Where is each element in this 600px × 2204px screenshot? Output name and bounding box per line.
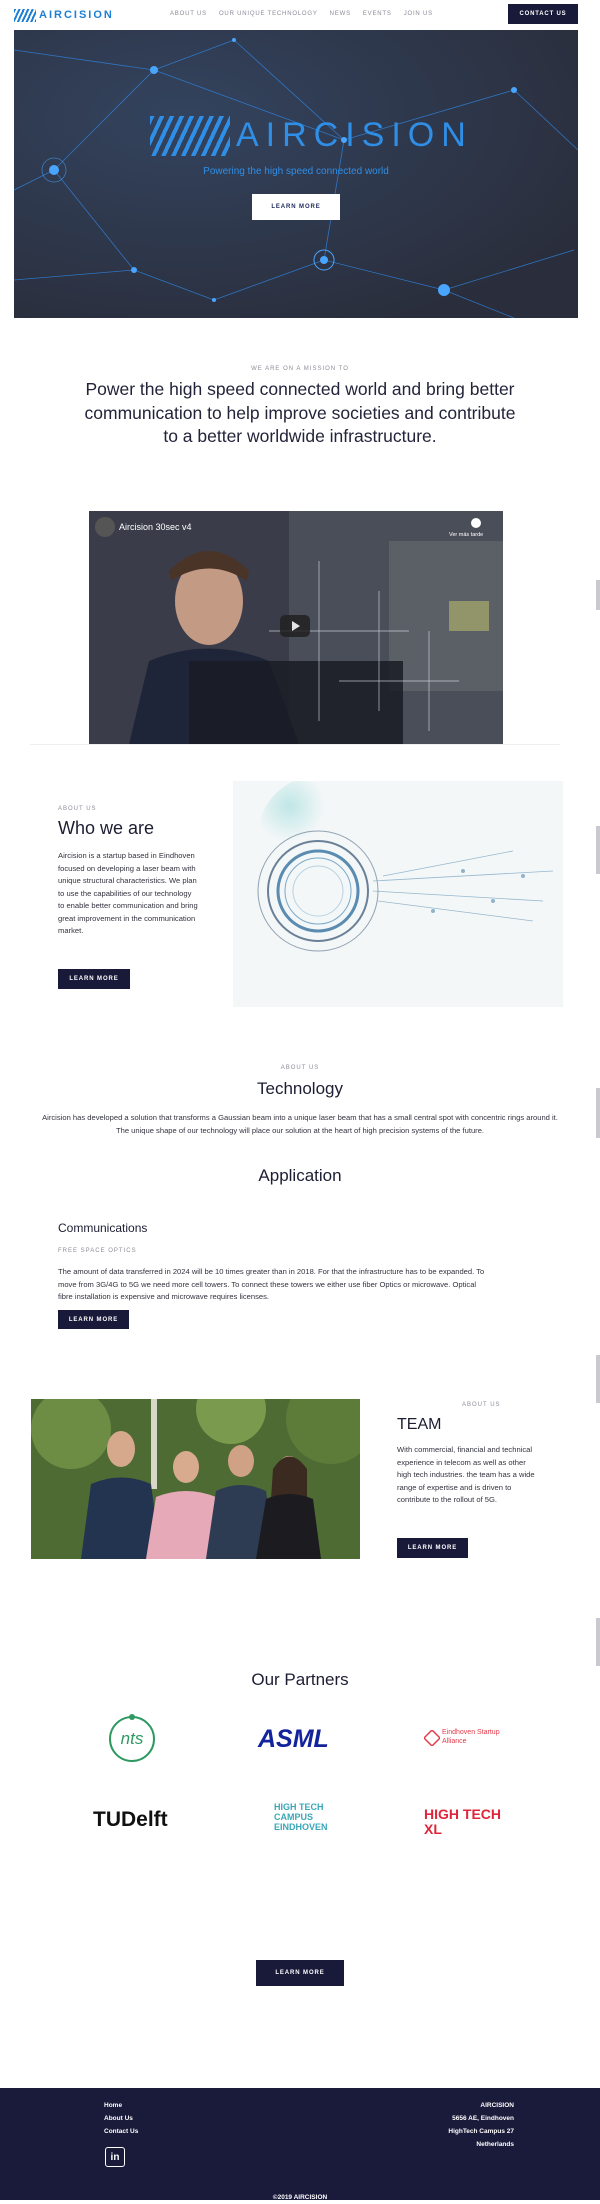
technology-body: Aircision has developed a solution that … <box>42 1113 558 1135</box>
footer-link-home[interactable]: Home <box>104 2102 138 2109</box>
tech-circle-graphic <box>233 781 563 1007</box>
nav-link-technology[interactable]: OUR UNIQUE TECHNOLOGY <box>219 11 318 17</box>
about-learn-more-button[interactable]: LEARN MORE <box>58 969 130 989</box>
nav-link-join-us[interactable]: JOIN US <box>404 11 433 17</box>
hero-logo-stripes-icon <box>150 116 230 156</box>
footer-link-about-us[interactable]: About Us <box>104 2115 138 2122</box>
communications-title: Communications <box>58 1221 148 1235</box>
footer-address: AIRCISION 5656 AE, Eindhoven HighTech Ca… <box>448 2102 514 2148</box>
about-eyebrow: ABOUT US <box>58 806 97 812</box>
hero-banner: AIRCISION Powering the high speed connec… <box>14 30 578 318</box>
nav-link-about-us[interactable]: ABOUT US <box>170 11 207 17</box>
asml-logo[interactable]: ASML <box>258 1725 344 1753</box>
nav-link-events[interactable]: EVENTS <box>363 11 392 17</box>
video-title[interactable]: Aircision 30sec v4 <box>119 522 192 532</box>
hero-title: AIRCISION <box>236 116 473 154</box>
clock-icon[interactable] <box>471 518 481 528</box>
play-button[interactable] <box>280 615 310 637</box>
footer-copyright: ©2019 AIRCISION <box>0 2186 600 2204</box>
logo-text: AIRCISION <box>39 9 114 21</box>
team-body: With commercial, financial and technical… <box>397 1445 535 1504</box>
bottom-learn-more-button[interactable]: LEARN MORE <box>256 1960 344 1986</box>
logo-stripes-icon <box>14 8 36 22</box>
site-logo[interactable]: AIRCISION <box>14 8 114 22</box>
about-technology-image <box>233 781 563 1007</box>
team-photo-graphic <box>31 1399 360 1559</box>
application-title: Application <box>258 1166 342 1185</box>
high-tech-xl-logo[interactable]: HIGH TECH XL <box>424 1807 514 1837</box>
team-eyebrow: ABOUT US <box>462 1402 501 1408</box>
scroll-marker <box>596 826 600 874</box>
footer-address-line-3: Netherlands <box>476 2141 514 2148</box>
nav-link-news[interactable]: NEWS <box>330 11 351 17</box>
footer-address-line-1: 5656 AE, Eindhoven <box>452 2115 514 2122</box>
section-divider <box>30 744 560 745</box>
hero-subtitle: Powering the high speed connected world <box>203 166 389 177</box>
nav-links: ABOUT US OUR UNIQUE TECHNOLOGY NEWS EVEN… <box>170 11 433 17</box>
about-title: Who we are <box>58 818 155 838</box>
nts-logo-text: nts <box>120 1729 144 1748</box>
about-body: Aircision is a startup based in Eindhove… <box>58 851 198 935</box>
mission-statement: Power the high speed connected world and… <box>84 379 516 446</box>
free-space-optics-eyebrow: FREE SPACE OPTICS <box>58 1248 137 1254</box>
application-learn-more-button[interactable]: LEARN MORE <box>58 1310 129 1329</box>
partners-title: Our Partners <box>251 1670 349 1689</box>
scroll-marker <box>596 1088 600 1138</box>
technology-eyebrow: ABOUT US <box>280 1065 320 1071</box>
play-icon <box>292 621 300 631</box>
top-nav: AIRCISION ABOUT US OUR UNIQUE TECHNOLOGY… <box>0 0 600 30</box>
scroll-marker <box>596 1355 600 1403</box>
footer-address-line-2: HighTech Campus 27 <box>448 2128 514 2135</box>
video-player[interactable]: Aircision 30sec v4 Ver más tarde <box>89 511 503 744</box>
mission-eyebrow: WE ARE ON A MISSION TO <box>251 366 349 372</box>
high-tech-campus-logo[interactable]: HIGH TECH CAMPUS EINDHOVEN <box>274 1802 332 1832</box>
esa-logo-text: Eindhoven Startup Alliance <box>442 1729 500 1745</box>
watch-later-label[interactable]: Ver más tarde <box>449 532 483 538</box>
linkedin-icon[interactable]: in <box>105 2147 125 2167</box>
scroll-marker <box>596 580 600 610</box>
technology-title: Technology <box>256 1079 343 1098</box>
hero-learn-more-button[interactable]: LEARN MORE <box>252 194 340 220</box>
eindhoven-startup-alliance-logo[interactable]: Eindhoven Startup Alliance <box>424 1725 506 1753</box>
application-body: The amount of data transferred in 2024 w… <box>58 1267 485 1301</box>
tu-delft-logo[interactable]: TUDelft <box>93 1808 175 1844</box>
nts-logo[interactable]: nts <box>107 1713 157 1765</box>
team-learn-more-button[interactable]: LEARN MORE <box>397 1538 468 1558</box>
footer-company: AIRCISION <box>480 2102 514 2109</box>
scroll-marker <box>596 1618 600 1666</box>
team-title: TEAM <box>397 1416 442 1433</box>
esa-logo-mark <box>424 1730 440 1746</box>
team-photo <box>31 1399 360 1559</box>
footer-links: Home About Us Contact Us <box>104 2102 138 2135</box>
footer-link-contact-us[interactable]: Contact Us <box>104 2128 138 2135</box>
contact-us-button[interactable]: CONTACT US <box>508 4 578 24</box>
channel-avatar[interactable] <box>95 517 115 537</box>
site-footer: Home About Us Contact Us in AIRCISION 56… <box>0 2088 600 2201</box>
